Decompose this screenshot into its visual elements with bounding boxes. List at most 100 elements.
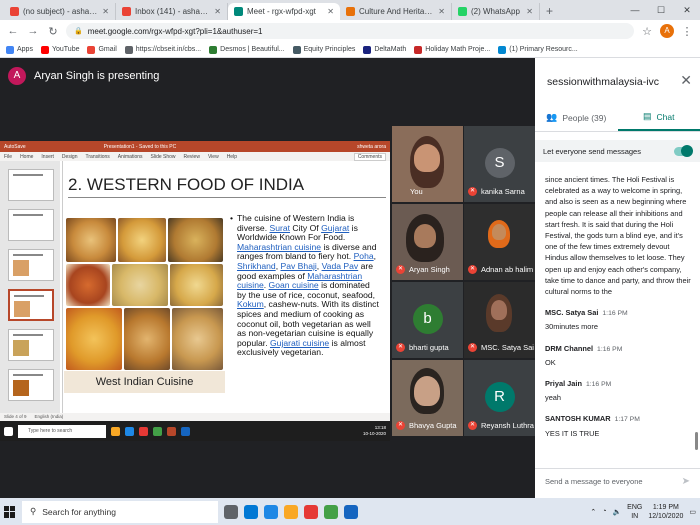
page-icon	[292, 45, 301, 54]
reload-icon[interactable]: ↻	[46, 25, 60, 38]
bookmark-item[interactable]: (1) Primary Resourc...	[498, 45, 578, 54]
tab-favicon-icon	[234, 7, 243, 16]
bookmark-item[interactable]: DeltaMath	[363, 45, 407, 54]
participant-tile[interactable]: b ✕ bharti gupta	[392, 282, 463, 358]
word-icon[interactable]	[344, 504, 358, 519]
windows-start-icon[interactable]	[4, 505, 16, 518]
participant-tile[interactable]: ✕ Adnan ab halim	[464, 204, 535, 280]
participant-tile[interactable]: ✕ Bhavya Gupta	[392, 360, 463, 436]
slide-paragraph: The cuisine of Western India is diverse.…	[237, 213, 380, 358]
bookmark-label: (1) Primary Resourc...	[509, 46, 578, 53]
slide-link[interactable]: Gujarati cuisine	[270, 338, 329, 348]
bookmark-item[interactable]: https://cbseit.in/cbs...	[124, 45, 201, 54]
slide-link[interactable]: Pav Bhaji	[280, 261, 316, 271]
browser-tab[interactable]: Inbox (141) - asha@theindiansch✕	[116, 3, 228, 20]
participant-tile[interactable]: ✕ Aryan Singh	[392, 204, 463, 280]
browser-tab-active[interactable]: Meet - rgx-wfpd-xgt ✕	[228, 3, 340, 20]
forward-icon[interactable]: →	[26, 25, 40, 37]
participant-tile[interactable]: R ✕ Reyansh Luthra	[464, 360, 535, 436]
bookmark-item[interactable]: Desmos | Beautiful...	[209, 45, 285, 54]
close-panel-icon[interactable]: ✕	[680, 72, 692, 89]
slide-link[interactable]: Surat	[269, 223, 290, 233]
chat-scrollbar[interactable]	[695, 432, 698, 450]
star-icon[interactable]: ☆	[640, 25, 654, 38]
back-icon[interactable]: ←	[6, 25, 20, 37]
close-tab-icon[interactable]: ✕	[526, 7, 533, 16]
profile-avatar[interactable]: A	[660, 24, 674, 38]
chrome-icon[interactable]	[324, 504, 338, 519]
slide-link[interactable]: Shrikhand	[237, 261, 276, 271]
more-menu-icon[interactable]: ⋮	[680, 25, 694, 38]
desmos-icon	[209, 45, 218, 54]
slide-link[interactable]: Gujarat	[321, 223, 349, 233]
participant-tile[interactable]: S ✕ kanika Sarna	[464, 126, 535, 202]
notifications-icon[interactable]: ▭	[689, 508, 696, 516]
participant-video	[414, 144, 440, 172]
browser-tab[interactable]: (no subject) - asha.ashok03@gm✕	[4, 3, 116, 20]
file-explorer-icon[interactable]	[284, 504, 298, 519]
page-icon	[124, 45, 133, 54]
send-messages-toggle[interactable]	[674, 144, 693, 157]
slide-thumbnails	[0, 161, 60, 413]
taskbar-search-box[interactable]: ⚲ Search for anything	[22, 500, 218, 523]
participant-tile[interactable]: You	[392, 126, 463, 202]
app-icon	[153, 426, 162, 436]
maximize-icon[interactable]: ☐	[648, 0, 674, 20]
tab-people[interactable]: 👥 People (39)	[535, 104, 618, 131]
slide-link[interactable]: Vada Pav	[322, 261, 359, 271]
gmail-icon	[87, 45, 96, 54]
chat-message: Priyal Jain 1:16 PM yeah	[545, 378, 693, 403]
taskbar-clock[interactable]: 1:19 PM 12/10/2020	[648, 503, 683, 521]
slide-link[interactable]: Goan cuisine	[269, 280, 319, 290]
bookmark-item[interactable]: Apps	[6, 45, 33, 54]
language-label: English (India)	[34, 414, 64, 419]
wifi-icon[interactable]: ◔	[602, 508, 606, 515]
bookmark-item[interactable]: YouTube	[40, 45, 80, 54]
chat-sender: DRM Channel	[545, 343, 594, 353]
browser-tab[interactable]: Culture And Heritage - Organisat ✕	[340, 3, 452, 20]
participant-tile[interactable]: ✕ MSC. Satya Sai	[464, 282, 535, 358]
volume-icon[interactable]: 🔈	[612, 508, 621, 516]
store-icon[interactable]	[264, 504, 278, 519]
close-window-icon[interactable]: ✕	[674, 0, 700, 20]
close-tab-icon[interactable]: ✕	[102, 7, 109, 16]
tab-label: Inbox (141) - asha@theindiansch	[135, 7, 211, 16]
mic-off-icon: ✕	[468, 421, 477, 430]
message-permission-row: Let everyone send messages	[535, 140, 700, 162]
slide-thumbnail	[8, 249, 54, 281]
slide-link[interactable]: Poha	[354, 251, 374, 262]
chat-message-text: YES IT IS TRUE	[545, 428, 600, 438]
chevron-up-icon[interactable]: ⌃	[590, 508, 596, 516]
chat-input[interactable]: Send a message to everyone ➤	[535, 468, 700, 494]
edge-icon[interactable]	[244, 504, 258, 519]
browser-tab[interactable]: (2) WhatsApp ✕	[452, 3, 540, 20]
participant-name: ✕ MSC. Satya Sai	[464, 343, 535, 352]
bookmark-label: DeltaMath	[374, 46, 407, 53]
chat-log: since ancient times. The Holi Festival i…	[545, 174, 693, 449]
close-tab-icon[interactable]: ✕	[438, 7, 445, 16]
mic-off-icon: ✕	[468, 187, 477, 196]
minimize-icon[interactable]: —	[622, 0, 648, 20]
new-tab-icon[interactable]: +	[540, 3, 559, 20]
bookmark-item[interactable]: Gmail	[87, 45, 117, 54]
ppt-menu-item: View	[207, 153, 219, 160]
slide-link[interactable]: Kokum	[237, 299, 264, 310]
close-tab-icon[interactable]: ✕	[327, 7, 334, 16]
url-text: meet.google.com/rgx-wfpd-xgt?pli=1&authu…	[87, 26, 263, 36]
send-icon[interactable]: ➤	[682, 476, 690, 487]
bookmark-label: YouTube	[51, 46, 80, 53]
ppt-user: shweta arora	[357, 143, 386, 150]
participant-name: ✕ Adnan ab halim	[464, 265, 535, 274]
task-view-icon[interactable]	[224, 504, 238, 519]
participant-initial-avatar: b	[412, 304, 443, 334]
language-indicator[interactable]: ENG IN	[627, 503, 642, 521]
slide-link[interactable]: Maharashtrian cuisine	[237, 242, 321, 252]
bookmark-item[interactable]: Holiday Math Proje...	[414, 45, 490, 54]
bookmark-item[interactable]: Equity Principles	[292, 45, 355, 54]
food-photo	[112, 264, 168, 306]
tab-chat[interactable]: ▤ Chat	[617, 104, 700, 131]
app-icon[interactable]	[304, 504, 318, 519]
close-tab-icon[interactable]: ✕	[214, 7, 221, 16]
participant-video	[491, 300, 507, 320]
url-field[interactable]: 🔒 meet.google.com/rgx-wfpd-xgt?pli=1&aut…	[66, 23, 634, 39]
